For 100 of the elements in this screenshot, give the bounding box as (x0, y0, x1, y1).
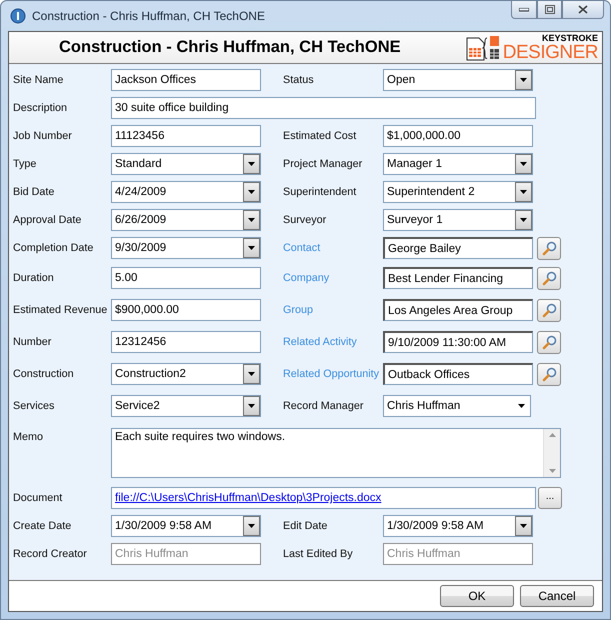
field-label: Description (12, 102, 68, 114)
dropdown-field[interactable]: Service2 (111, 395, 261, 417)
dropdown-button[interactable] (243, 516, 260, 536)
maximize-button[interactable] (537, 1, 562, 19)
dropdown-field[interactable]: 6/26/2009 (111, 209, 261, 231)
dropdown-button[interactable] (243, 396, 260, 416)
dropdown-button[interactable] (515, 70, 532, 90)
field-label: Surveyor (282, 214, 328, 226)
field-label: Company (282, 272, 330, 284)
dropdown-field[interactable]: 1/30/2009 9:58 AM (111, 515, 261, 537)
maximize-icon (544, 5, 554, 14)
dropdown-arrow-icon (248, 246, 255, 250)
field-label: Related Activity (282, 336, 358, 348)
dropdown-arrow-icon (248, 524, 255, 528)
field-label: Estimated Revenue (12, 304, 108, 316)
document-link[interactable]: file://C:\Users\ChrisHuffman\Desktop\3Projects.docx (115, 492, 382, 504)
dropdown-field[interactable]: Standard (111, 153, 261, 175)
dialog-button[interactable]: Cancel (520, 585, 594, 607)
field-label: Estimated Cost (282, 130, 358, 142)
lookup-field[interactable]: Best Lender Financing (383, 267, 533, 289)
dropdown-field[interactable]: 1/30/2009 9:58 AM (383, 515, 533, 537)
search-button[interactable] (537, 298, 561, 322)
search-button[interactable] (537, 266, 561, 290)
field-label: Site Name (12, 74, 64, 86)
dropdown-arrow-icon (248, 190, 255, 194)
dropdown-field[interactable]: 9/30/2009 (111, 237, 261, 259)
dropdown-button[interactable] (243, 210, 260, 230)
dropdown-arrow-icon (520, 218, 527, 222)
lookup-field[interactable]: 9/10/2009 11:30:00 AM (383, 331, 533, 353)
text-field[interactable]: $1,000,000.00 (383, 125, 533, 147)
dropdown-arrow-icon (248, 404, 255, 408)
search-button[interactable] (537, 362, 561, 386)
dropdown-field[interactable]: Superintendent 2 (383, 181, 533, 203)
dropdown-arrow-icon (520, 78, 527, 82)
dropdown-field[interactable]: Chris Huffman (383, 395, 531, 417)
search-button[interactable] (537, 330, 561, 354)
field-label: Superintendent (282, 186, 358, 198)
field-label: Edit Date (282, 520, 328, 532)
search-icon (542, 366, 556, 382)
field-label: Construction (12, 368, 75, 380)
field-label: Number (12, 336, 52, 348)
dropdown-arrow-icon (520, 162, 527, 166)
minimize-button[interactable] (511, 1, 537, 19)
search-icon (542, 270, 556, 286)
close-button[interactable] (562, 1, 604, 19)
text-field[interactable]: 5.00 (111, 267, 261, 289)
dropdown-button[interactable] (515, 210, 532, 230)
text-field[interactable]: Jackson Offices (111, 69, 261, 91)
field-label: Bid Date (12, 186, 56, 198)
logo-text: KEYSTROKE (542, 34, 598, 42)
lookup-field[interactable]: Outback Offices (383, 363, 533, 385)
dropdown-field[interactable]: Open (383, 69, 533, 91)
dropdown-arrow-icon (520, 190, 527, 194)
spreadsheet-icon (464, 34, 501, 62)
search-icon (542, 334, 556, 350)
dropdown-button[interactable] (515, 182, 532, 202)
dropdown-button[interactable] (243, 238, 260, 258)
browse-button[interactable]: ... (538, 487, 562, 509)
lookup-field[interactable]: George Bailey (383, 237, 533, 259)
text-field[interactable]: 11123456 (111, 125, 261, 147)
search-button[interactable] (537, 236, 561, 260)
text-field[interactable]: $900,000.00 (111, 299, 261, 321)
field-label: Record Creator (12, 548, 88, 560)
field-label: Services (12, 400, 56, 412)
dropdown-button[interactable] (515, 154, 532, 174)
dropdown-button[interactable] (243, 154, 260, 174)
dropdown-arrow-icon (518, 404, 525, 408)
dropdown-button[interactable] (243, 182, 260, 202)
field-label: Memo (12, 431, 44, 443)
dropdown-button[interactable] (243, 364, 260, 384)
logo-text: DESIGNER (502, 42, 598, 62)
field-label: Job Number (12, 130, 73, 142)
dropdown-field[interactable]: Manager 1 (383, 153, 533, 175)
window-title: Construction - Chris Huffman, CH TechONE (32, 9, 266, 23)
field-label: Create Date (12, 520, 72, 532)
field-label: Approval Date (12, 214, 82, 226)
text-field[interactable]: 12312456 (111, 331, 261, 353)
document-field[interactable]: file://C:\Users\ChrisHuffman\Desktop\3Projects.docx (111, 487, 536, 509)
header-title: Construction - Chris Huffman, CH TechONE (59, 38, 402, 57)
minimize-icon (519, 8, 529, 12)
field-label: Last Edited By (282, 548, 354, 560)
text-field[interactable]: 30 suite office building (111, 97, 536, 119)
lookup-field[interactable]: Los Angeles Area Group (383, 299, 533, 321)
dropdown-field[interactable]: 4/24/2009 (111, 181, 261, 203)
memo-field[interactable]: Each suite requires two windows. (111, 428, 561, 478)
field-label: Document (12, 492, 64, 504)
field-label: Completion Date (12, 242, 94, 254)
field-label: Record Manager (282, 400, 364, 412)
dropdown-button[interactable] (515, 516, 532, 536)
dropdown-arrow-icon (248, 162, 255, 166)
dropdown-arrow-icon (248, 218, 255, 222)
dialog-button[interactable]: OK (440, 585, 514, 607)
field-label: Status (282, 74, 315, 86)
field-label: Related Opportunity (282, 368, 380, 380)
dropdown-field[interactable]: Construction2 (111, 363, 261, 385)
dropdown-field[interactable]: Surveyor 1 (383, 209, 533, 231)
app-icon (10, 8, 26, 24)
field-label: Contact (282, 242, 322, 254)
dropdown-arrow-icon (520, 524, 527, 528)
field-label: Project Manager (282, 158, 364, 170)
